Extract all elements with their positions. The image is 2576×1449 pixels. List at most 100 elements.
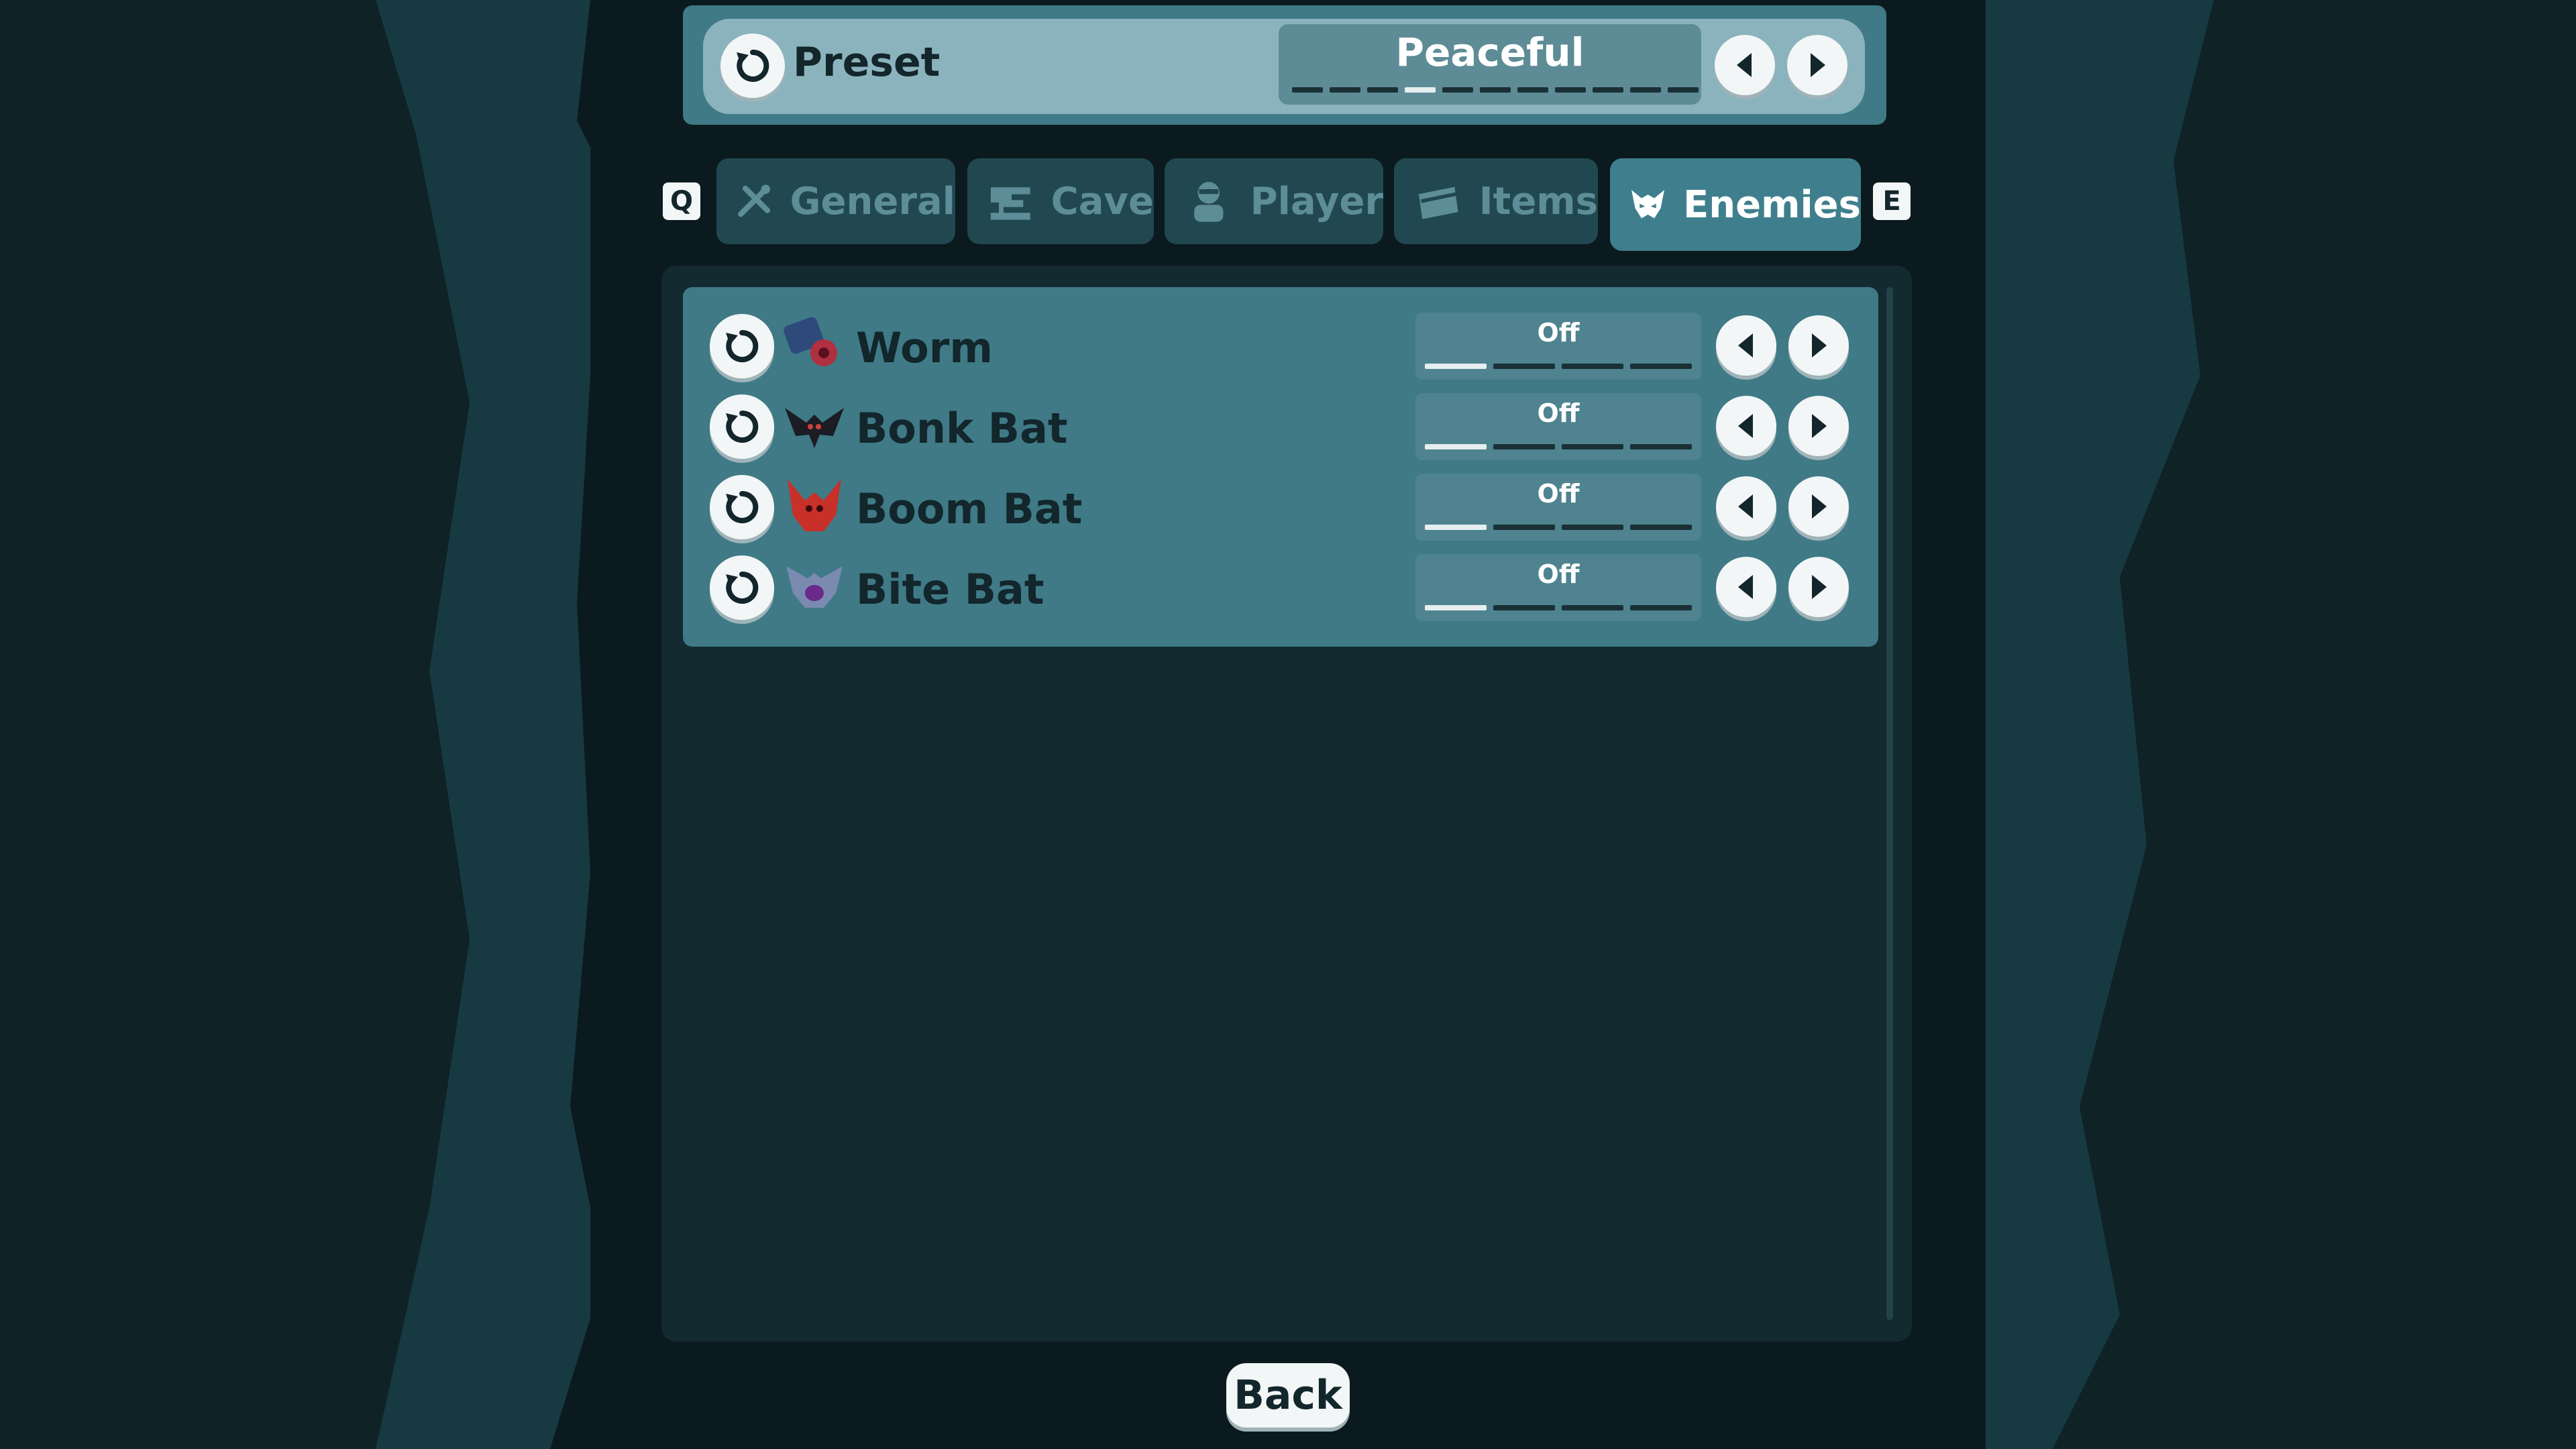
preset-level-segment bbox=[1668, 87, 1699, 93]
preset-level-segment bbox=[1555, 87, 1586, 93]
back-button[interactable]: Back bbox=[1226, 1363, 1350, 1428]
enemy-name: Boom Bat bbox=[856, 484, 1083, 533]
arrow-left-icon bbox=[1738, 333, 1753, 358]
enemy-name: Bonk Bat bbox=[856, 404, 1068, 453]
enemy-level-segment bbox=[1562, 525, 1623, 530]
preset-level-segment bbox=[1480, 87, 1511, 93]
enemy-value-box: Off bbox=[1415, 554, 1701, 621]
enemy-value-box: Off bbox=[1415, 393, 1701, 460]
arrow-right-icon bbox=[1812, 414, 1827, 438]
tab-items[interactable]: Items bbox=[1394, 158, 1598, 244]
enemy-next-button[interactable] bbox=[1788, 315, 1849, 376]
tab-cave[interactable]: Cave bbox=[967, 158, 1154, 244]
preset-level-segment bbox=[1517, 87, 1548, 93]
enemy-level-segment bbox=[1493, 364, 1555, 369]
preset-value: Peaceful bbox=[1395, 30, 1585, 75]
preset-level-indicator bbox=[1292, 87, 1699, 93]
enemy-value: Off bbox=[1537, 318, 1580, 347]
enemy-level-indicator bbox=[1425, 444, 1692, 449]
tab-player-label: Player bbox=[1250, 179, 1383, 223]
arrow-left-icon bbox=[1738, 575, 1753, 599]
preset-level-segment bbox=[1593, 87, 1623, 93]
arrow-right-icon bbox=[1812, 575, 1827, 599]
enemy-level-segment bbox=[1493, 444, 1555, 449]
enemy-level-segment bbox=[1425, 444, 1487, 449]
enemy-name: Worm bbox=[856, 323, 993, 372]
reset-icon bbox=[737, 49, 769, 82]
reset-icon bbox=[726, 571, 759, 604]
enemy-prev-button[interactable] bbox=[1716, 557, 1776, 617]
items-icon bbox=[1418, 186, 1458, 219]
bonk-bat-icon bbox=[782, 394, 847, 459]
bite-bat-icon bbox=[782, 555, 847, 620]
preset-level-segment bbox=[1405, 87, 1436, 93]
enemy-level-indicator bbox=[1425, 364, 1692, 369]
enemy-level-segment bbox=[1425, 364, 1487, 369]
reset-icon bbox=[726, 410, 759, 443]
enemy-name: Bite Bat bbox=[856, 565, 1044, 614]
enemy-level-segment bbox=[1493, 605, 1555, 610]
enemy-level-segment bbox=[1630, 444, 1692, 449]
enemy-level-segment bbox=[1562, 605, 1623, 610]
arrow-left-icon bbox=[1738, 414, 1753, 438]
tab-items-label: Items bbox=[1479, 179, 1598, 223]
next-tab-key: E bbox=[1873, 182, 1911, 220]
enemy-level-segment bbox=[1630, 525, 1692, 530]
cave-icon bbox=[990, 187, 1030, 220]
arrow-right-icon bbox=[1812, 333, 1827, 358]
enemy-next-button[interactable] bbox=[1788, 396, 1849, 456]
enemy-next-button[interactable] bbox=[1788, 476, 1849, 537]
enemy-level-segment bbox=[1425, 525, 1487, 530]
preset-prev-button[interactable] bbox=[1715, 35, 1775, 95]
arrow-right-icon bbox=[1812, 494, 1827, 519]
preset-level-segment bbox=[1367, 87, 1398, 93]
enemy-value-box: Off bbox=[1415, 474, 1701, 541]
preset-level-segment bbox=[1442, 87, 1473, 93]
preset-label: Preset bbox=[793, 39, 941, 86]
enemy-level-segment bbox=[1630, 605, 1692, 610]
enemy-prev-button[interactable] bbox=[1716, 396, 1776, 456]
preset-reset-button[interactable] bbox=[720, 34, 785, 98]
enemy-level-segment bbox=[1562, 444, 1623, 449]
tab-enemies-label: Enemies bbox=[1683, 182, 1861, 227]
wrench-screwdriver-icon bbox=[738, 184, 771, 217]
tab-general-label: General bbox=[790, 179, 955, 223]
enemy-level-indicator bbox=[1425, 605, 1692, 610]
arrow-left-icon bbox=[1737, 53, 1752, 77]
enemy-reset-button[interactable] bbox=[710, 314, 774, 378]
reset-icon bbox=[726, 490, 759, 523]
preset-next-button[interactable] bbox=[1787, 35, 1847, 95]
reset-icon bbox=[726, 329, 759, 362]
enemy-reset-button[interactable] bbox=[710, 555, 774, 620]
enemy-reset-button[interactable] bbox=[710, 394, 774, 459]
enemy-value-box: Off bbox=[1415, 313, 1701, 380]
player-icon bbox=[1194, 182, 1224, 222]
worm-icon bbox=[782, 314, 847, 378]
enemy-level-segment bbox=[1562, 364, 1623, 369]
tab-player[interactable]: Player bbox=[1165, 158, 1383, 244]
tab-cave-label: Cave bbox=[1051, 179, 1154, 223]
enemy-value: Off bbox=[1537, 559, 1580, 589]
enemy-level-segment bbox=[1425, 605, 1487, 610]
enemy-prev-button[interactable] bbox=[1716, 315, 1776, 376]
tab-enemies[interactable]: Enemies bbox=[1610, 158, 1861, 251]
enemy-prev-button[interactable] bbox=[1716, 476, 1776, 537]
arrow-left-icon bbox=[1738, 494, 1753, 519]
boom-bat-icon bbox=[782, 475, 847, 539]
tab-general[interactable]: General bbox=[716, 158, 955, 244]
enemy-reset-button[interactable] bbox=[710, 475, 774, 539]
preset-level-segment bbox=[1292, 87, 1323, 93]
preset-level-segment bbox=[1330, 87, 1360, 93]
enemy-next-button[interactable] bbox=[1788, 557, 1849, 617]
enemy-value: Off bbox=[1537, 479, 1580, 508]
enemy-level-segment bbox=[1630, 364, 1692, 369]
enemy-mask-icon bbox=[1631, 190, 1664, 219]
preset-level-segment bbox=[1630, 87, 1661, 93]
arrow-right-icon bbox=[1811, 53, 1825, 77]
scrollbar[interactable] bbox=[1886, 287, 1893, 1320]
prev-tab-key: Q bbox=[663, 182, 700, 220]
enemy-level-segment bbox=[1493, 525, 1555, 530]
enemy-level-indicator bbox=[1425, 525, 1692, 530]
enemy-value: Off bbox=[1537, 398, 1580, 428]
preset-value-box: Peaceful bbox=[1279, 24, 1701, 105]
